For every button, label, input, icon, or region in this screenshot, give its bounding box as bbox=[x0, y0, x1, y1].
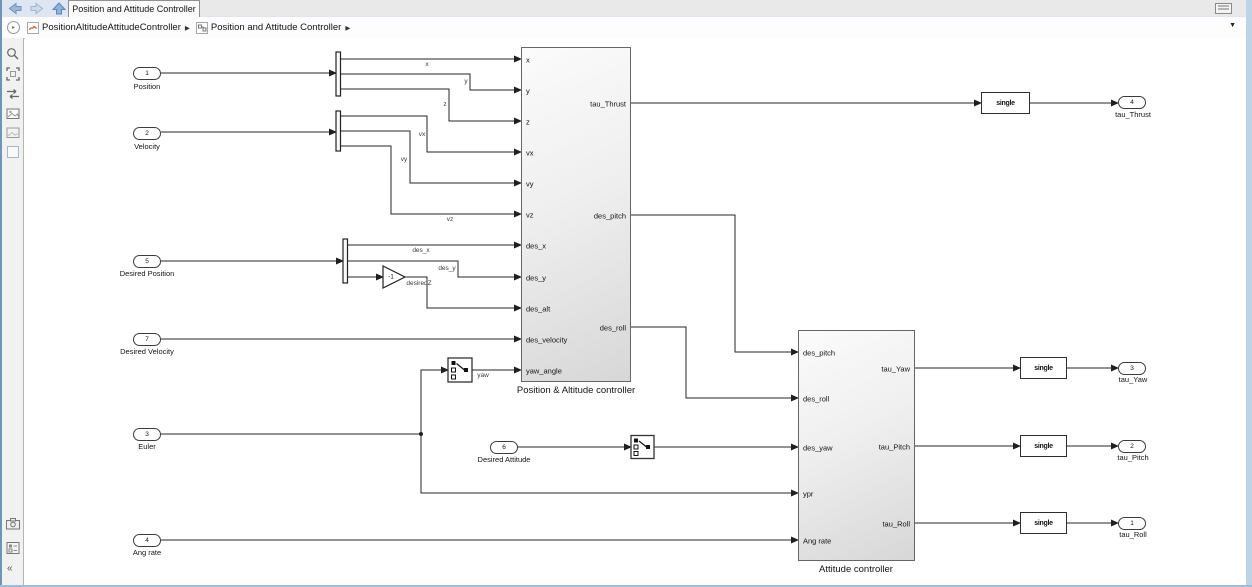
inport-euler-label: Euler bbox=[138, 442, 156, 451]
inport-ang-rate-label: Ang rate bbox=[133, 548, 161, 557]
inport-number: 1 bbox=[145, 70, 149, 77]
port-label-tau-roll-out: tau_Roll bbox=[882, 520, 910, 529]
inport-desired-attitude-label: Desired Attitude bbox=[478, 455, 531, 464]
inport-euler[interactable]: 3 bbox=[133, 428, 161, 441]
signal-label-vy: vy bbox=[401, 156, 408, 163]
convert-tau-pitch-block[interactable]: single bbox=[1020, 435, 1067, 457]
conversion-label: single bbox=[996, 100, 1014, 107]
conversion-label: single bbox=[1034, 443, 1052, 450]
port-label-des-roll: des_roll bbox=[600, 324, 626, 333]
inport-velocity-label: Velocity bbox=[134, 142, 160, 151]
port-label-des-pitch: des_pitch bbox=[594, 212, 626, 221]
signal-label-y: y bbox=[464, 78, 467, 85]
port-label-des-alt: des_alt bbox=[526, 305, 550, 314]
inport-desired-attitude[interactable]: 6 bbox=[490, 441, 518, 454]
inport-velocity[interactable]: 2 bbox=[133, 127, 161, 140]
demux-desired-position[interactable] bbox=[343, 239, 348, 283]
conversion-label: single bbox=[1034, 520, 1052, 527]
outport-number: 2 bbox=[1130, 443, 1134, 450]
signal-label-des-x: des_x bbox=[412, 247, 429, 254]
selector-des-yaw-block[interactable] bbox=[631, 436, 654, 459]
port-label-tau-pitch-out: tau_Pitch bbox=[879, 443, 910, 452]
inport-desired-velocity[interactable]: 7 bbox=[133, 333, 161, 346]
signal-line[interactable] bbox=[340, 74, 521, 90]
inport-position-label: Position bbox=[134, 82, 161, 91]
signal-label-desiredz: desiredZ bbox=[406, 280, 431, 287]
outport-tau-thrust[interactable]: 4 bbox=[1118, 96, 1146, 109]
port-label-yaw-angle: yaw_angle bbox=[526, 367, 562, 376]
outport-tau-thrust-label: tau_Thrust bbox=[1115, 110, 1151, 119]
signal-label-des-y: des_y bbox=[438, 265, 455, 272]
inport-number: 6 bbox=[502, 444, 506, 451]
pos-alt-controller-block[interactable]: x y z vx vy vz des_x des_y des_alt des_v… bbox=[521, 47, 631, 382]
port-label-des-velocity: des_velocity bbox=[526, 336, 567, 345]
port-label-tau-yaw-out: tau_Yaw bbox=[881, 365, 910, 374]
signal-label-yaw: yaw bbox=[477, 372, 489, 379]
outport-number: 3 bbox=[1130, 365, 1134, 372]
attitude-controller-caption: Attitude controller bbox=[819, 564, 893, 575]
signal-label-x: x bbox=[425, 61, 428, 68]
signal-line[interactable] bbox=[421, 370, 448, 434]
inport-desired-position[interactable]: 5 bbox=[133, 255, 161, 268]
outport-tau-roll-label: tau_Roll bbox=[1119, 530, 1147, 539]
inport-number: 7 bbox=[145, 336, 149, 343]
outport-tau-pitch-label: tau_Pitch bbox=[1117, 453, 1148, 462]
outport-tau-yaw[interactable]: 3 bbox=[1118, 362, 1146, 375]
demux-velocity[interactable] bbox=[336, 111, 341, 151]
port-label-des-y: des_y bbox=[526, 274, 546, 283]
signal-line[interactable] bbox=[631, 327, 798, 398]
conversion-label: single bbox=[1034, 365, 1052, 372]
signal-line[interactable] bbox=[340, 131, 521, 183]
port-label-des-yaw-in: des_yaw bbox=[803, 444, 833, 453]
port-label-tau-thrust: tau_Thrust bbox=[590, 100, 626, 109]
port-label-des-x: des_x bbox=[526, 242, 546, 251]
outport-number: 1 bbox=[1130, 520, 1134, 527]
signal-line[interactable] bbox=[340, 146, 521, 214]
signal-label-vz: vz bbox=[447, 216, 454, 223]
port-label-y: y bbox=[526, 87, 530, 96]
outport-tau-roll[interactable]: 1 bbox=[1118, 517, 1146, 530]
convert-tau-roll-block[interactable]: single bbox=[1020, 512, 1067, 534]
inport-number: 5 bbox=[145, 258, 149, 265]
port-label-vz: vz bbox=[526, 211, 534, 220]
inport-desired-velocity-label: Desired Velocity bbox=[120, 347, 174, 356]
inport-number: 2 bbox=[145, 130, 149, 137]
port-label-ypr-in: ypr bbox=[803, 490, 813, 499]
inport-ang-rate[interactable]: 4 bbox=[133, 534, 161, 547]
convert-tau-yaw-block[interactable]: single bbox=[1020, 357, 1067, 379]
pos-alt-controller-caption: Position & Altitude controller bbox=[517, 385, 635, 396]
attitude-controller-block[interactable]: des_pitch des_roll des_yaw ypr Ang rate … bbox=[798, 330, 915, 561]
outport-number: 4 bbox=[1130, 99, 1134, 106]
signal-line[interactable] bbox=[347, 261, 521, 277]
outport-tau-yaw-label: tau_Yaw bbox=[1119, 375, 1148, 384]
inport-number: 4 bbox=[145, 537, 149, 544]
convert-tau-thrust-block[interactable]: single bbox=[981, 92, 1030, 114]
selector-yaw-block[interactable] bbox=[448, 358, 472, 382]
inport-position[interactable]: 1 bbox=[133, 67, 161, 80]
port-label-vx: vx bbox=[526, 149, 534, 158]
demux-position[interactable] bbox=[336, 52, 341, 96]
inport-desired-position-label: Desired Position bbox=[120, 269, 175, 278]
port-label-z: z bbox=[526, 118, 530, 127]
signal-label-vx: vx bbox=[419, 131, 426, 138]
signal-line[interactable] bbox=[631, 215, 798, 352]
port-label-des-pitch-in: des_pitch bbox=[803, 349, 835, 358]
simulink-window: Position and Attitude Controller ▸ Posit… bbox=[0, 0, 1252, 587]
signal-label-z: z bbox=[443, 101, 446, 108]
branch-point bbox=[419, 432, 423, 436]
outport-tau-pitch[interactable]: 2 bbox=[1118, 440, 1146, 453]
port-label-ang-rate-in: Ang rate bbox=[803, 537, 831, 546]
port-label-des-roll-in: des_roll bbox=[803, 395, 829, 404]
inport-number: 3 bbox=[145, 431, 149, 438]
gain-value: -1 bbox=[388, 274, 394, 281]
port-label-vy: vy bbox=[526, 180, 534, 189]
port-label-x: x bbox=[526, 56, 530, 65]
